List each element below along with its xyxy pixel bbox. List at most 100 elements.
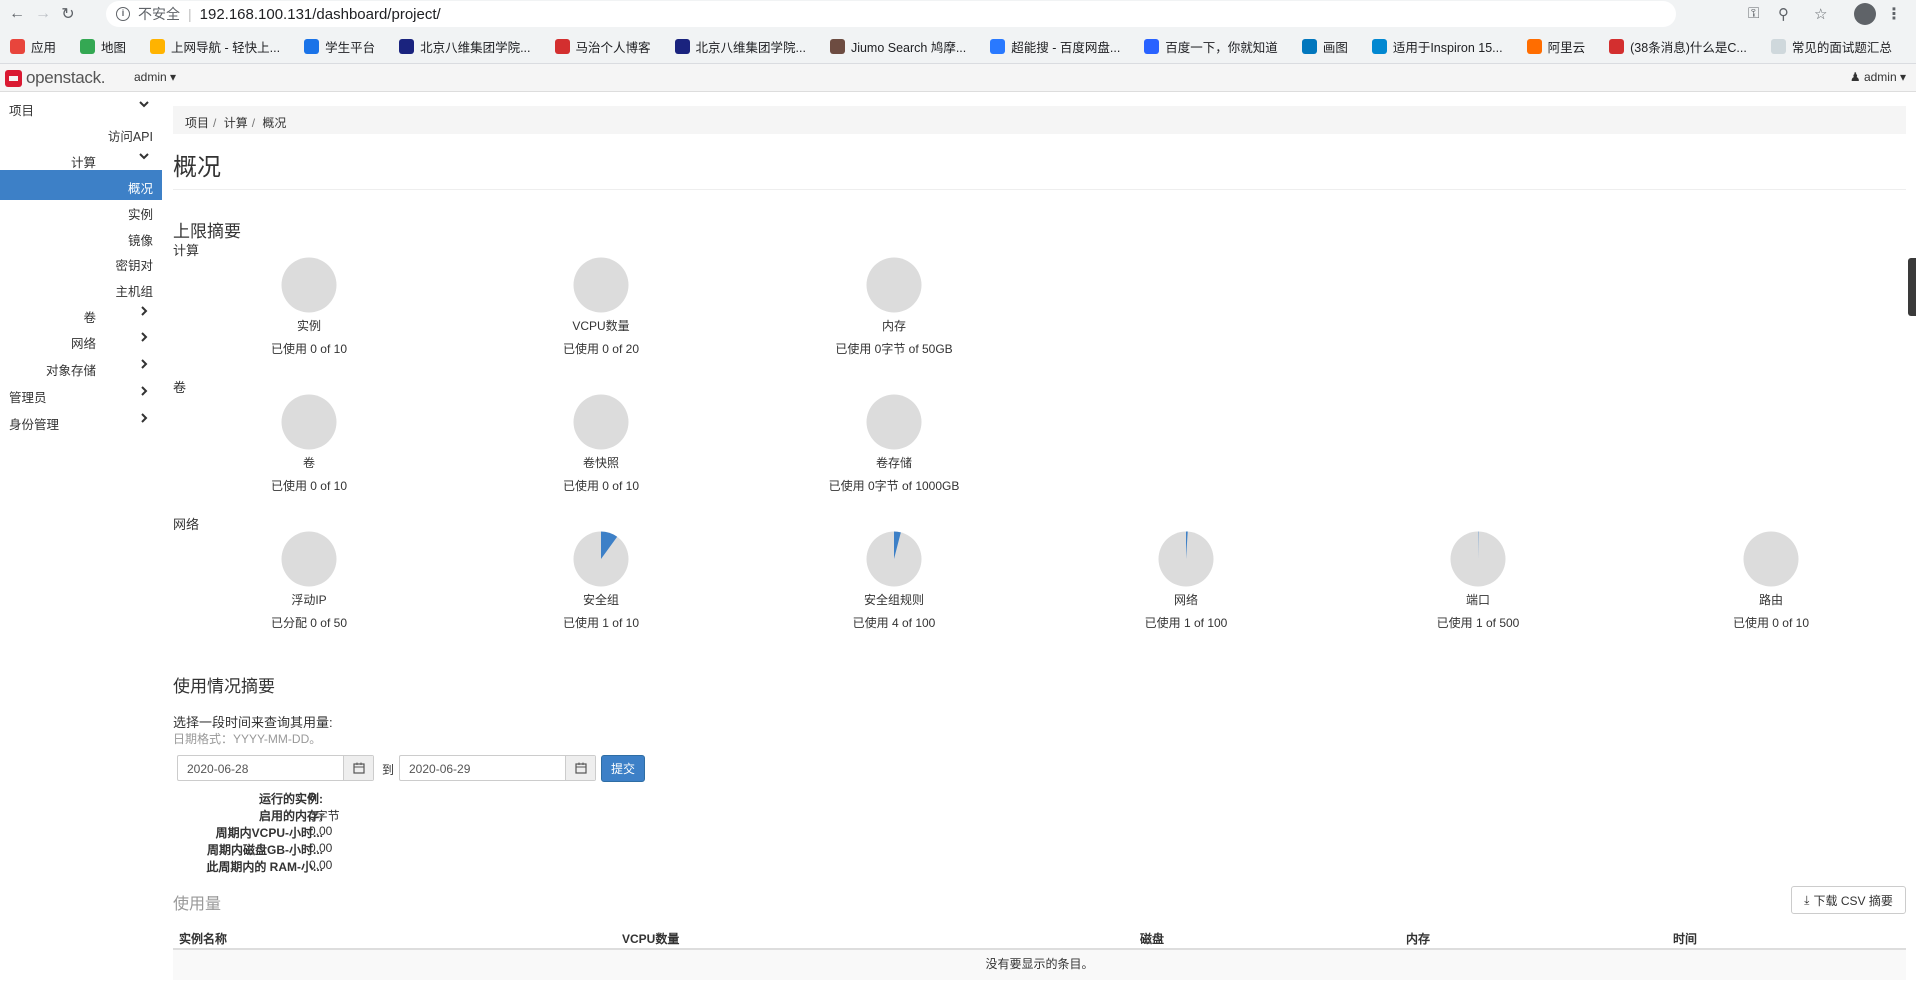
bookmark-label: 马治个人博客: [575, 40, 651, 55]
table-column-header[interactable]: 磁盘: [1140, 930, 1164, 947]
bookmark-label: 超能搜 - 百度网盘...: [1011, 40, 1121, 55]
menu-kebab-icon[interactable]: ⋮: [1886, 4, 1902, 24]
pie-graphic: [281, 394, 337, 450]
bookmark-item[interactable]: 常见的面试题汇总: [1770, 37, 1892, 56]
bookmark-item[interactable]: 阿里云: [1526, 37, 1585, 56]
project-selector[interactable]: admin ▾: [134, 70, 176, 84]
usage-stat-row: 此周期内的 RAM-小... 0.00: [173, 858, 573, 875]
bookmark-label: 上网导航 - 轻快上...: [171, 40, 281, 55]
breadcrumb-item[interactable]: 计算: [224, 116, 248, 130]
openstack-logo-icon: [5, 69, 22, 87]
reload-icon[interactable]: ↻: [57, 3, 79, 25]
download-csv-button[interactable]: ⤓ 下载 CSV 摘要: [1791, 886, 1906, 914]
sidebar-item-label: 主机组: [115, 285, 153, 299]
bookmark-label: 北京八维集团学院...: [420, 40, 531, 55]
quota-usage: 已使用 0字节 of 1000GB: [828, 479, 960, 493]
usage-stat-key: 周期内VCPU-小时...: [215, 826, 323, 840]
sidebar-item-label: 卷: [83, 311, 96, 325]
calendar-icon[interactable]: [343, 756, 373, 780]
pie-background: [281, 394, 337, 450]
sidebar-item-label: 概况: [127, 182, 153, 196]
user-menu-label: admin ▾: [1863, 70, 1906, 84]
sidebar-item[interactable]: 对象存储: [0, 352, 162, 382]
bookmark-favicon-icon: [1144, 38, 1160, 54]
bookmark-item[interactable]: 北京八维集团学院...: [674, 37, 806, 56]
bookmark-label: 北京八维集团学院...: [695, 40, 806, 55]
bookmark-label: 学生平台: [325, 40, 376, 55]
sidebar-item-label: 身份管理: [9, 418, 60, 432]
bookmark-favicon-icon: [150, 38, 166, 54]
bookmark-item[interactable]: 北京八维集团学院...: [399, 37, 531, 56]
star-icon[interactable]: ☆: [1814, 5, 1827, 23]
table-column-header[interactable]: 时间: [1673, 930, 1697, 947]
submit-button[interactable]: 提交: [601, 755, 645, 782]
bookmark-item[interactable]: 上网导航 - 轻快上...: [150, 37, 280, 56]
bookmark-favicon-icon: [80, 38, 96, 54]
breadcrumb-item[interactable]: 项目: [185, 116, 209, 130]
key-icon[interactable]: ⚿: [1748, 5, 1759, 22]
table-column-header[interactable]: 实例名称: [179, 930, 227, 947]
quota-name: 端口: [1465, 593, 1490, 607]
quota-pie-chart: 卷存储 已使用 0字节 of 1000GB: [804, 394, 984, 494]
usage-stat-key: 此周期内的 RAM-小...: [206, 860, 323, 874]
pie-background: [1743, 531, 1799, 587]
limit-summary-title: 上限摘要: [173, 222, 241, 241]
bookmark-favicon-icon: [829, 38, 845, 54]
sidebar-item[interactable]: 身份管理: [0, 406, 162, 436]
bookmark-item[interactable]: 地图: [80, 37, 126, 56]
pie-background: [866, 394, 922, 450]
main-content: 项目 / 计算 / 概况 概况 上限摘要 计算 实例 已使用 0 of 10 VCPU数量…: [173, 92, 1906, 999]
calendar-icon[interactable]: [565, 756, 595, 780]
usage-stat-value: 0: [309, 790, 316, 804]
bookmark-item[interactable]: 应用: [10, 37, 56, 56]
chevron-right-icon: [138, 412, 150, 427]
address-bar[interactable]: i 不安全 | 192.168.100.131/dashboard/projec…: [106, 1, 1676, 27]
profile-avatar-icon[interactable]: [1854, 3, 1876, 25]
chevron-right-icon: [138, 385, 150, 400]
sidebar-item[interactable]: 网络: [0, 325, 162, 355]
date-format-hint: 日期格式：YYYY-MM-DD。: [173, 732, 322, 746]
quota-name: 卷: [302, 456, 315, 470]
limit-group-title: 卷: [173, 380, 187, 395]
url-text[interactable]: 192.168.100.131/dashboard/project/: [200, 6, 441, 23]
table-column-header[interactable]: VCPU数量: [622, 930, 679, 947]
bookmark-item[interactable]: 学生平台: [304, 37, 375, 56]
openstack-logo[interactable]: openstack.: [5, 68, 106, 88]
sidebar-item-label: 项目: [9, 104, 35, 118]
quota-name: 内存: [881, 319, 906, 333]
quota-pie-chart: 路由已使用 0 of 10: [1681, 531, 1861, 631]
sidebar-item-label: 计算: [70, 156, 96, 170]
end-date-input[interactable]: 2020-06-29: [399, 755, 596, 781]
table-empty-row: 没有要显示的条目。: [173, 950, 1906, 980]
bookmark-favicon-icon: [399, 38, 415, 54]
bookmark-item[interactable]: 超能搜 - 百度网盘...: [990, 37, 1120, 56]
quota-name: 路由: [1758, 593, 1783, 607]
bookmark-item[interactable]: (38条消息)什么是C...: [1609, 37, 1747, 56]
bookmark-item[interactable]: 适用于Inspiron 15...: [1371, 37, 1503, 56]
bookmark-label: 百度一下，你就知道: [1165, 40, 1278, 55]
side-panel-handle[interactable]: [1908, 258, 1916, 316]
usage-stat-row: 运行的实例: 0: [173, 790, 573, 807]
bookmark-item[interactable]: 画图: [1301, 37, 1348, 56]
bookmark-label: (38条消息)什么是C...: [1630, 40, 1747, 55]
bookmark-favicon-icon: [1371, 38, 1387, 54]
bookmark-item[interactable]: 马治个人博客: [554, 37, 651, 56]
zoom-icon[interactable]: ⚲: [1778, 5, 1789, 23]
quota-name: 实例: [296, 319, 321, 333]
forward-icon[interactable]: →: [32, 3, 54, 25]
quota-name: 安全组规则: [863, 593, 924, 607]
back-icon[interactable]: ←: [6, 3, 28, 25]
bookmark-label: 地图: [101, 40, 127, 55]
bookmark-favicon-icon: [304, 38, 320, 54]
bookmark-item[interactable]: 百度一下，你就知道: [1144, 37, 1278, 56]
bookmark-item[interactable]: Jiumo Search 鸠摩...: [829, 37, 966, 56]
end-date-value: 2020-06-29: [409, 762, 471, 776]
quota-usage: 已使用 0 of 10: [1732, 616, 1810, 630]
info-icon[interactable]: i: [116, 7, 130, 21]
table-column-header[interactable]: 内存: [1406, 930, 1430, 947]
bookmark-favicon-icon: [1526, 38, 1542, 54]
start-date-input[interactable]: 2020-06-28: [177, 755, 374, 781]
user-menu[interactable]: ♟ admin ▾: [1850, 70, 1906, 84]
sidebar-item[interactable]: 管理员: [0, 379, 162, 409]
quota-usage: 已使用 0字节 of 50GB: [835, 342, 953, 356]
